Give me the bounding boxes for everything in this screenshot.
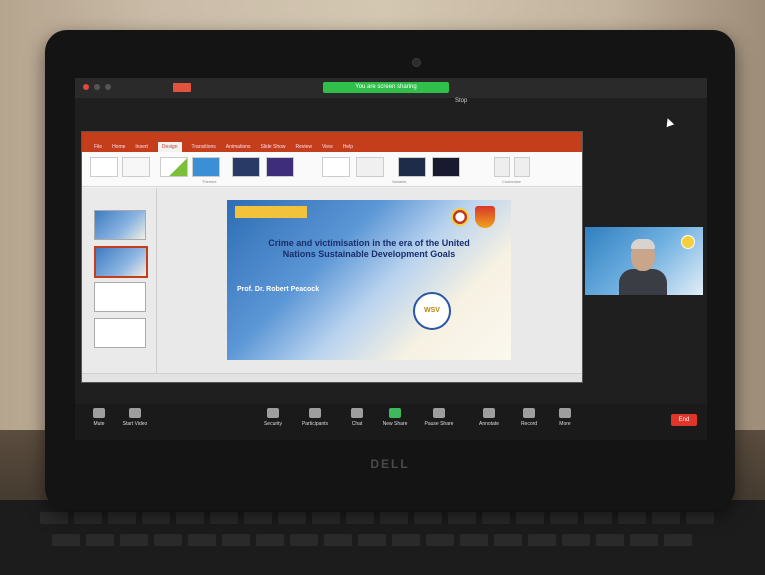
- slide-thumbnail[interactable]: [94, 282, 146, 312]
- more-button[interactable]: More: [545, 408, 585, 427]
- ribbon-group-label: Variants: [392, 179, 407, 184]
- chat-button-label: Chat: [351, 421, 363, 427]
- ppt-title-bar: [82, 132, 582, 142]
- tab-review[interactable]: Review: [296, 142, 312, 152]
- more-icon: [559, 408, 571, 418]
- annotate-button-label: Annotate: [478, 421, 500, 427]
- ribbon-group-label: Customize: [502, 179, 521, 184]
- tab-help[interactable]: Help: [343, 142, 353, 152]
- security-button[interactable]: Security: [253, 408, 293, 427]
- record-button-label: Record: [520, 421, 538, 427]
- tab-animations[interactable]: Animations: [226, 142, 251, 152]
- university-logo-icon: [451, 208, 469, 226]
- ppt-status-bar: [82, 373, 582, 382]
- recording-indicator: [173, 83, 191, 92]
- maximize-window-icon[interactable]: [105, 84, 111, 90]
- tab-transitions[interactable]: Transitions: [192, 142, 216, 152]
- pause-share-button-label: Pause Share: [424, 421, 454, 427]
- record-button[interactable]: Record: [509, 408, 549, 427]
- ribbon-group-label: Themes: [202, 179, 217, 184]
- microphone-icon: [93, 408, 105, 418]
- participants-icon: [309, 408, 321, 418]
- participant-hair: [631, 239, 655, 249]
- theme-thumbnail[interactable]: [192, 157, 220, 177]
- participants-button-label: Participants: [301, 421, 329, 427]
- close-window-icon[interactable]: [83, 84, 89, 90]
- crest-logo-icon: [475, 206, 495, 228]
- webcam-icon: [412, 58, 421, 67]
- start-video-button[interactable]: Start Video: [115, 408, 155, 427]
- new-share-button[interactable]: New Share: [375, 408, 415, 427]
- new-share-button-label: New Share: [382, 421, 408, 427]
- pause-icon: [433, 408, 445, 418]
- pause-share-button[interactable]: Pause Share: [419, 408, 459, 427]
- tab-view[interactable]: View: [322, 142, 333, 152]
- variant-thumbnail[interactable]: [322, 157, 350, 177]
- screen-share-banner: You are screen sharing: [323, 82, 449, 93]
- key-row: [40, 512, 714, 526]
- share-screen-icon: [389, 408, 401, 418]
- variant-thumbnail[interactable]: [398, 157, 426, 177]
- participant-video-tile[interactable]: [585, 227, 703, 295]
- theme-thumbnail[interactable]: [160, 157, 188, 177]
- record-icon: [523, 408, 535, 418]
- tab-home[interactable]: Home: [112, 142, 125, 152]
- chat-button[interactable]: Chat: [337, 408, 377, 427]
- zoom-top-bar: You are screen sharing: [75, 78, 707, 98]
- zoom-meeting-toolbar: Mute Start Video Security Participants C…: [75, 404, 707, 440]
- window-controls: [83, 84, 111, 90]
- wsv-badge-logo: WSV: [413, 292, 451, 330]
- chat-icon: [351, 408, 363, 418]
- ppt-ribbon: Themes Variants Customize: [82, 152, 582, 187]
- stop-share-button[interactable]: Stop: [455, 98, 467, 104]
- background-logo-icon: [681, 235, 695, 249]
- annotate-icon: [483, 408, 495, 418]
- variant-thumbnail[interactable]: [432, 157, 460, 177]
- laptop-brand: DELL: [370, 457, 410, 471]
- laptop-screen: You are screen sharing Stop File Home In…: [75, 78, 707, 440]
- mute-button[interactable]: Mute: [79, 408, 119, 427]
- tab-insert[interactable]: Insert: [135, 142, 148, 152]
- slide-thumbnail-selected[interactable]: [94, 246, 148, 278]
- slide-thumbnail[interactable]: [94, 318, 146, 348]
- ppt-body: Crime and victimisation in the era of th…: [82, 188, 582, 382]
- laptop-keyboard: [0, 500, 765, 575]
- slide-header-chip: [235, 206, 307, 218]
- video-camera-icon: [129, 408, 141, 418]
- theme-thumbnail[interactable]: [122, 157, 150, 177]
- participants-button[interactable]: Participants: [295, 408, 335, 427]
- slide-size-icon[interactable]: [494, 157, 510, 177]
- more-button-label: More: [559, 421, 571, 427]
- end-meeting-button[interactable]: End: [671, 414, 697, 426]
- tab-design[interactable]: Design: [157, 142, 182, 152]
- slide-presenter: Prof. Dr. Robert Peacock: [237, 286, 320, 293]
- slide-thumbnail-panel: [82, 188, 157, 382]
- tab-slide-show[interactable]: Slide Show: [261, 142, 286, 152]
- annotate-button[interactable]: Annotate: [469, 408, 509, 427]
- ppt-ribbon-tabs: File Home Insert Design Transitions Anim…: [82, 142, 582, 152]
- participant-body: [619, 269, 667, 295]
- security-button-label: Security: [263, 421, 283, 427]
- variant-thumbnail[interactable]: [356, 157, 384, 177]
- mute-button-label: Mute: [93, 421, 105, 427]
- key-row: [52, 534, 692, 548]
- slide-thumbnail[interactable]: [94, 210, 146, 240]
- tab-file[interactable]: File: [94, 142, 102, 152]
- slide-canvas-area: Crime and victimisation in the era of th…: [157, 188, 582, 382]
- slide-title: Crime and victimisation in the era of th…: [268, 238, 470, 259]
- shield-icon: [267, 408, 279, 418]
- mouse-cursor-icon: [663, 116, 675, 128]
- theme-thumbnail[interactable]: [90, 157, 118, 177]
- theme-thumbnail[interactable]: [232, 157, 260, 177]
- theme-thumbnail[interactable]: [266, 157, 294, 177]
- start-video-button-label: Start Video: [122, 421, 148, 427]
- powerpoint-window: File Home Insert Design Transitions Anim…: [82, 132, 582, 382]
- format-background-icon[interactable]: [514, 157, 530, 177]
- current-slide[interactable]: Crime and victimisation in the era of th…: [227, 200, 511, 360]
- minimize-window-icon[interactable]: [94, 84, 100, 90]
